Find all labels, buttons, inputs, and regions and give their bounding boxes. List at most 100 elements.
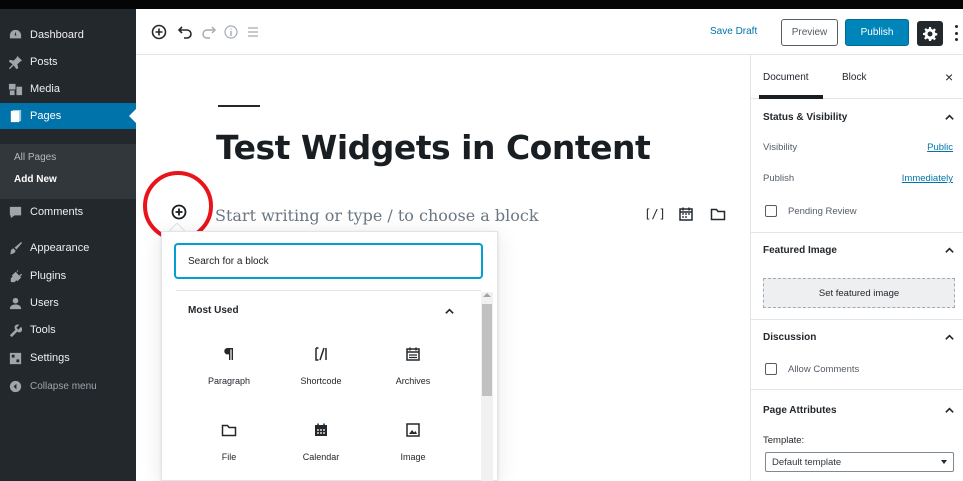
redo-icon[interactable] [200, 23, 218, 41]
divider [176, 290, 481, 291]
set-featured-image-button[interactable]: Set featured image [763, 278, 955, 308]
block-label: Image [400, 452, 426, 462]
gear-icon [923, 26, 938, 41]
wrench-icon [0, 323, 30, 338]
calendar-icon [313, 418, 329, 442]
scrollbar-thumb[interactable] [482, 304, 492, 396]
submenu-all-pages[interactable]: All Pages [14, 152, 56, 163]
panel-title-discussion[interactable]: Discussion [763, 332, 816, 343]
section-title[interactable]: Most Used [188, 305, 239, 316]
panel-separator [751, 232, 963, 233]
search-placeholder: Search for a block [188, 255, 269, 267]
sidebar-item-label: Plugins [30, 270, 67, 282]
allow-comments-label: Allow Comments [788, 364, 860, 375]
chevron-up-icon[interactable] [442, 304, 456, 318]
paragraph-icon [221, 342, 237, 366]
publish-button[interactable]: Publish [845, 19, 909, 46]
app-frame: Dashboard Posts Media Pages All Pages Ad… [0, 0, 963, 481]
chevron-up-icon[interactable] [943, 244, 955, 256]
sidebar-item-media[interactable]: Media [0, 76, 136, 102]
sidebar-item-pages[interactable]: Pages [0, 103, 136, 129]
add-block-icon[interactable] [150, 23, 168, 41]
undo-icon[interactable] [176, 23, 194, 41]
more-options-button[interactable] [951, 23, 961, 43]
admin-sidebar: Dashboard Posts Media Pages All Pages Ad… [0, 9, 136, 481]
block-label: File [221, 452, 237, 462]
block-label: Archives [395, 376, 431, 386]
block-item-archives[interactable]: Archives [367, 336, 459, 402]
chevron-up-icon[interactable] [943, 111, 955, 123]
panel-separator [751, 389, 963, 390]
active-tab-indicator [759, 95, 823, 99]
block-item-shortcode[interactable]: Shortcode [275, 336, 367, 402]
media-icon [0, 82, 30, 97]
panel-title-featured-image[interactable]: Featured Image [763, 245, 837, 256]
chevron-up-icon[interactable] [943, 404, 955, 416]
folder-icon[interactable] [709, 205, 727, 223]
dashboard-icon [0, 28, 30, 43]
sidebar-item-tools[interactable]: Tools [0, 317, 136, 343]
tab-document[interactable]: Document [763, 72, 809, 83]
sidebar-item-label: Pages [30, 110, 62, 122]
post-title[interactable]: Test Widgets in Content [216, 128, 651, 167]
sidebar-submenu: All Pages Add New [0, 144, 136, 199]
publish-date-link[interactable]: Immediately [902, 173, 953, 184]
sidebar-item-settings[interactable]: Settings [0, 345, 136, 371]
panel-title-status[interactable]: Status & Visibility [763, 112, 847, 123]
info-icon[interactable] [222, 23, 240, 41]
sidebar-item-label: Posts [30, 56, 58, 68]
title-separator [218, 105, 260, 107]
sidebar-item-comments[interactable]: Comments [0, 199, 136, 225]
block-item-image[interactable]: Image [367, 412, 459, 478]
block-placeholder[interactable]: Start writing or type / to choose a bloc… [215, 206, 539, 225]
panel-title-page-attributes[interactable]: Page Attributes [763, 405, 837, 416]
block-item-calendar[interactable]: Calendar [275, 412, 367, 478]
visibility-link[interactable]: Public [927, 142, 953, 153]
preview-button[interactable]: Preview [781, 19, 838, 46]
allow-comments-checkbox[interactable] [765, 363, 777, 375]
scroll-up-arrow[interactable] [483, 293, 491, 297]
sidebar-item-users[interactable]: Users [0, 290, 136, 316]
archives-icon [405, 342, 421, 366]
template-select[interactable]: Default template [765, 452, 954, 472]
sidebar-item-label: Comments [30, 206, 84, 218]
editor-toolbar: Save Draft Preview Publish [136, 9, 963, 55]
settings-toggle-button[interactable] [917, 21, 943, 46]
sidebar-item-label: Tools [30, 324, 56, 336]
chevron-up-icon[interactable] [943, 331, 955, 343]
sidebar-item-plugins[interactable]: Plugins [0, 263, 136, 289]
submenu-add-new[interactable]: Add New [14, 174, 57, 185]
block-navigation-icon[interactable] [244, 23, 262, 41]
block-item-paragraph[interactable]: Paragraph [183, 336, 275, 402]
pending-review-checkbox[interactable] [765, 205, 777, 217]
close-icon[interactable]: × [945, 69, 953, 85]
sidebar-collapse-menu[interactable]: Collapse menu [0, 373, 136, 399]
settings-tabs: Document Block × [751, 55, 963, 99]
shortcode-icon[interactable]: [/] [644, 205, 666, 223]
shortcode-icon [313, 342, 329, 366]
block-item-file[interactable]: File [183, 412, 275, 478]
template-label: Template: [763, 435, 805, 446]
image-icon [405, 418, 421, 442]
sidebar-item-appearance[interactable]: Appearance [0, 235, 136, 261]
collapse-icon [0, 379, 30, 394]
sidebar-item-label: Collapse menu [30, 380, 97, 392]
sidebar-item-label: Dashboard [30, 29, 84, 41]
block-label: Calendar [302, 452, 340, 462]
settings-sidebar: Document Block × Status & Visibility Vis… [750, 55, 963, 481]
block-inserter-popover: Search for a block Most Used Paragraph S… [161, 231, 498, 481]
brush-icon [0, 241, 30, 256]
panel-separator [751, 319, 963, 320]
sidebar-item-label: Users [30, 297, 59, 309]
sidebar-item-posts[interactable]: Posts [0, 49, 136, 75]
settings-icon [0, 351, 30, 366]
block-search-input[interactable]: Search for a block [175, 244, 482, 278]
save-draft-button[interactable]: Save Draft [710, 26, 757, 37]
tab-block[interactable]: Block [842, 72, 866, 83]
sidebar-item-dashboard[interactable]: Dashboard [0, 22, 136, 48]
calendar-icon[interactable] [677, 205, 695, 223]
publish-label: Publish [763, 173, 795, 184]
chevron-down-icon [941, 460, 947, 464]
user-icon [0, 296, 30, 311]
plug-icon [0, 269, 30, 284]
